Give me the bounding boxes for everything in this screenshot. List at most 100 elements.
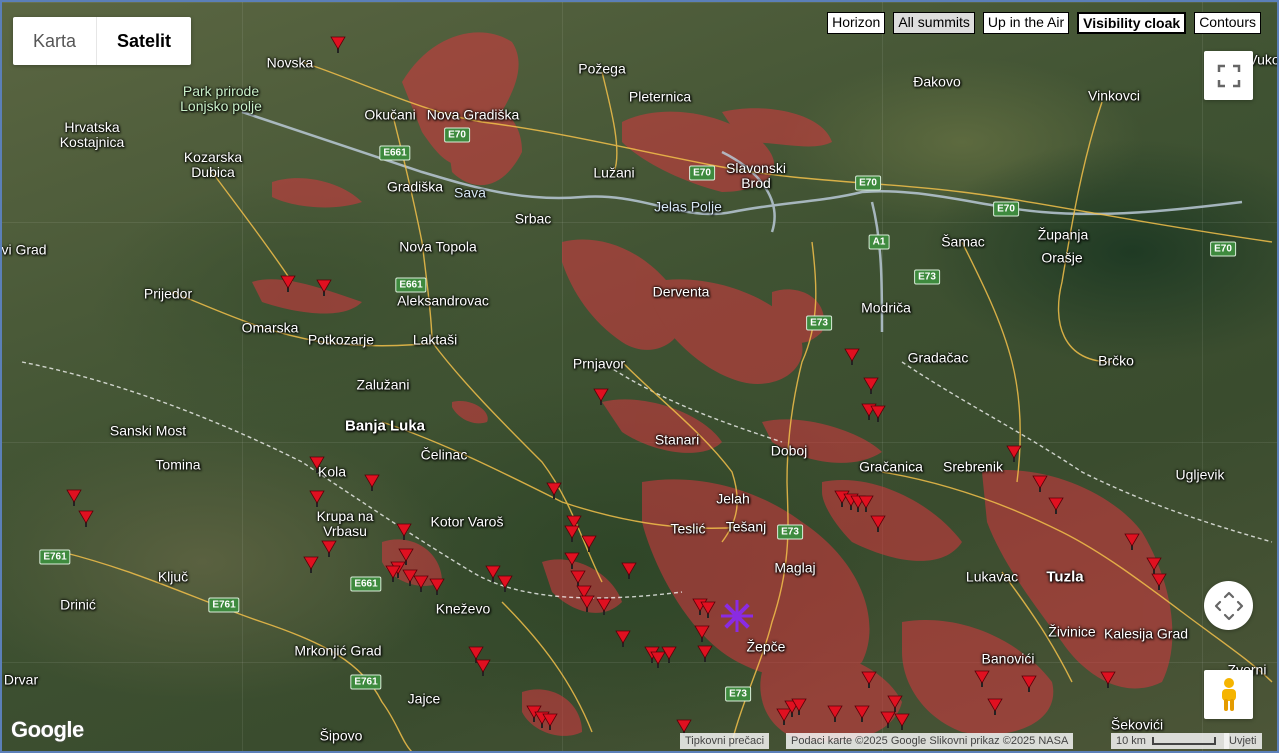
summit-marker[interactable]	[78, 510, 94, 527]
visibility-cloak-toggle[interactable]: Visibility cloak	[1077, 12, 1187, 34]
road-shield: E73	[725, 686, 751, 702]
road-shield: A1	[868, 234, 890, 250]
place-label: Žepče	[746, 638, 786, 655]
summit-marker[interactable]	[321, 540, 337, 557]
place-label: Aleksandrovac	[397, 292, 489, 309]
place-label: Županja	[1037, 226, 1089, 243]
place-label: vi Grad	[1, 241, 47, 258]
place-label: Banja Luka	[344, 417, 426, 435]
place-label: Gračanica	[859, 458, 923, 475]
scale-bar[interactable]: 10 km	[1111, 733, 1229, 749]
place-label: Maglaj	[774, 559, 816, 576]
summit-marker[interactable]	[303, 556, 319, 573]
summit-marker[interactable]	[894, 713, 910, 730]
place-label: Doboj	[770, 442, 808, 459]
summit-marker[interactable]	[697, 645, 713, 662]
road-shield: E70	[855, 175, 881, 191]
place-label: Brčko	[1098, 352, 1134, 369]
map-type-map-button[interactable]: Karta	[13, 17, 98, 65]
place-label: Šamac	[941, 233, 985, 250]
road-shield: E761	[208, 597, 240, 613]
place-label: Krupa na Vrbasu	[316, 508, 374, 539]
place-label: Nova Gradiška	[426, 106, 520, 123]
place-label: Hrvatska Kostajnica	[59, 119, 125, 150]
place-label: Kotor Varoš	[430, 513, 504, 530]
place-label: Lužani	[593, 164, 635, 181]
terms-link[interactable]: Uvjeti	[1224, 733, 1262, 749]
summit-marker[interactable]	[844, 348, 860, 365]
place-label: Orašje	[1041, 249, 1083, 266]
place-label: Nova Topola	[399, 238, 477, 255]
road-shield: E73	[914, 269, 940, 285]
summit-marker[interactable]	[330, 36, 346, 53]
scale-line	[1151, 737, 1216, 745]
road-shield: E73	[806, 315, 832, 331]
road-shield: E761	[350, 674, 382, 690]
summit-marker[interactable]	[615, 630, 631, 647]
map-canvas[interactable]: Novska Požega Đakovo Vinkovci Vuko Park priro…	[0, 0, 1279, 753]
summit-marker[interactable]	[497, 575, 513, 592]
place-label: Kozarska Dubica	[183, 149, 243, 180]
summit-marker[interactable]	[650, 651, 666, 668]
summit-marker[interactable]	[396, 523, 412, 540]
fullscreen-button[interactable]	[1204, 51, 1253, 100]
place-label: Pleternica	[628, 88, 692, 105]
place-label: Novska	[266, 54, 314, 71]
place-label: Drinić	[60, 596, 96, 613]
place-label: Modriča	[861, 299, 911, 316]
road-shield: E661	[395, 277, 427, 293]
layer-toggles: Horizon All summits Up in the Air Visibi…	[827, 12, 1261, 34]
place-label: Kola	[317, 463, 347, 480]
place-label: Jelah	[716, 490, 750, 507]
place-label: Ugljevik	[1175, 466, 1225, 483]
contours-toggle[interactable]: Contours	[1194, 12, 1261, 34]
summit-marker[interactable]	[475, 659, 491, 676]
all-summits-toggle[interactable]: All summits	[893, 12, 975, 34]
summit-marker[interactable]	[364, 474, 380, 491]
place-label: Požega	[578, 60, 626, 77]
place-label: Banovići	[981, 650, 1035, 667]
place-label: Zalužani	[356, 376, 410, 393]
place-label: Šipovo	[319, 727, 363, 744]
place-label: Kneževo	[435, 600, 491, 617]
place-label: Srebrenik	[943, 458, 1003, 475]
keyboard-shortcuts-link[interactable]: Tipkovni prečaci	[680, 733, 770, 749]
place-label: Tešanj	[725, 518, 767, 535]
summit-marker[interactable]	[429, 578, 445, 595]
road-shield: E70	[993, 201, 1019, 217]
summit-marker[interactable]	[66, 489, 82, 506]
map-overlay	[21, 32, 1273, 751]
horizon-toggle[interactable]: Horizon	[827, 12, 886, 34]
street-view-pegman-button[interactable]	[1204, 670, 1253, 719]
place-label: Laktaši	[412, 331, 458, 348]
place-label: Jajce	[407, 690, 441, 707]
place-label: Stanari	[654, 431, 700, 448]
map-type-satellite-button[interactable]: Satelit	[97, 17, 191, 65]
up-in-air-toggle[interactable]: Up in the Air	[982, 12, 1070, 34]
map-attribution: Podaci karte ©2025 Google Slikovni prika…	[786, 733, 1074, 749]
road-shield: E661	[350, 576, 382, 592]
summit-marker[interactable]	[870, 405, 886, 422]
summit-marker[interactable]	[546, 482, 562, 499]
place-label: Derventa	[652, 283, 710, 300]
summit-marker[interactable]	[309, 490, 325, 507]
summit-marker[interactable]	[863, 377, 879, 394]
summit-marker[interactable]	[581, 535, 597, 552]
observer-marker[interactable]	[721, 600, 753, 632]
place-label: Teslić	[670, 520, 706, 537]
place-label: Šekovići	[1110, 716, 1164, 733]
place-label: Omarska	[241, 319, 299, 336]
place-label: Prijedor	[143, 285, 193, 302]
place-label: Park prirode Lonjsko polje	[180, 83, 262, 114]
place-label: Lukavac	[965, 568, 1019, 585]
summit-marker[interactable]	[621, 562, 637, 579]
place-label: Drvar	[3, 671, 39, 688]
pegman-icon	[1221, 677, 1236, 711]
fullscreen-icon	[1217, 64, 1240, 87]
place-label: Sava	[454, 184, 486, 201]
place-label: Okučani	[364, 106, 416, 123]
place-label: Potkozarje	[307, 331, 375, 348]
summit-marker[interactable]	[564, 525, 580, 542]
pan-control[interactable]	[1204, 581, 1253, 630]
summit-marker[interactable]	[661, 646, 677, 663]
